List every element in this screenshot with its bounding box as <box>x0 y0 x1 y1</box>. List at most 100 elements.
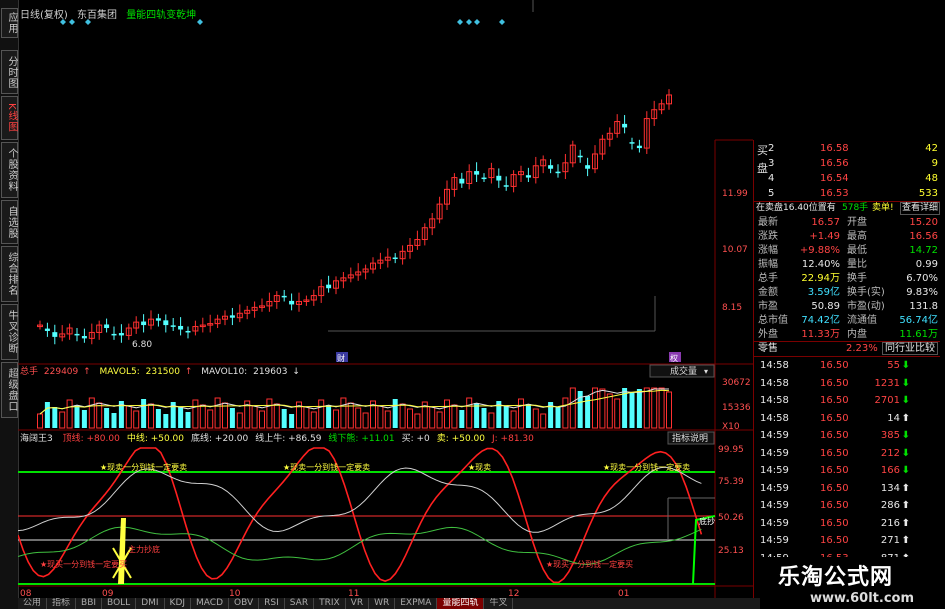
tick-price: 16.50 <box>820 517 849 529</box>
stat-value: 16.57 <box>811 217 840 228</box>
bid-qty: 48 <box>925 173 938 184</box>
bid-qty: 42 <box>925 143 938 154</box>
stat-label-2: 换手 <box>847 273 867 284</box>
indicator-tab[interactable]: 量能四轨 <box>437 598 485 609</box>
time-tick-1: 08 <box>20 589 32 598</box>
tab-ranking[interactable]: 综合排名 <box>1 246 18 302</box>
tick-time: 14:58 <box>760 412 789 424</box>
indicator-tab[interactable]: VR <box>346 598 370 609</box>
volume-bar <box>178 407 184 428</box>
bid-row[interactable]: 4 16.54 48 <box>754 172 940 185</box>
stat-row: 涨幅 +9.88% 最低 14.72 <box>754 244 940 257</box>
indicator-tab[interactable]: EXPMA <box>395 598 438 609</box>
tab-super-quote[interactable]: 超级盘口 <box>1 362 18 418</box>
mavol5-line <box>39 388 669 415</box>
bottom-note: 底抄 <box>699 516 715 526</box>
bid-row[interactable]: 5 16.53 533 <box>754 187 940 200</box>
volume-bar <box>532 408 539 429</box>
tick-price: 16.50 <box>820 535 849 546</box>
time-tick-4: 11 <box>348 589 359 598</box>
indicator-tab[interactable]: 牛叉 <box>484 598 514 609</box>
watermark-text: 乐淘公式网 <box>778 565 894 590</box>
candle-body <box>44 328 50 331</box>
volume-bar <box>104 408 110 428</box>
indicator-tab[interactable]: OBV <box>229 598 260 609</box>
mavol10-label: MAVOL10: <box>201 367 247 377</box>
stat-value-2: 14.72 <box>909 245 938 256</box>
indicator-tab[interactable]: TRIX <box>314 598 346 609</box>
kline-chart[interactable]: 11.99 10.07 8.15 6.80 财 权 总手 229409 ↑ MA… <box>18 0 753 598</box>
tick-volume: 271 <box>880 535 900 546</box>
tick-volume: 166 <box>880 465 900 476</box>
stat-value-2: 15.20 <box>909 217 938 228</box>
tick-time: 14:58 <box>760 360 789 371</box>
mavol5-label: MAVOL5: <box>100 367 140 377</box>
indicator-param: 线上牛: +86.59 <box>255 432 321 444</box>
indicator-tab[interactable]: RSI <box>259 598 285 609</box>
volume-bar <box>503 406 509 428</box>
indicator-param: 线下熊: +11.01 <box>328 432 394 444</box>
tick-volume: 134 <box>880 482 900 494</box>
volume-bar <box>37 413 43 429</box>
candle-body <box>185 330 191 333</box>
volume-bar <box>459 410 465 428</box>
bid-row[interactable]: 2 16.58 42 <box>754 142 940 155</box>
volume-bar <box>44 402 50 428</box>
tab-stock-info[interactable]: 个股资料 <box>1 142 18 198</box>
bid-price: 16.58 <box>820 143 849 154</box>
candle-body <box>392 257 398 260</box>
ind-tick-3: 50.26 <box>718 513 744 523</box>
tick-time: 14:58 <box>760 395 789 406</box>
indicator-tab[interactable]: DMI <box>136 598 165 609</box>
tab-kline[interactable]: K线图 <box>1 96 18 140</box>
indicator-tab[interactable]: BOLL <box>102 598 137 609</box>
chevron-down-icon: ▾ <box>704 367 708 376</box>
bid-row[interactable]: 3 16.56 9 <box>754 157 940 170</box>
tick-volume: 212 <box>880 447 900 459</box>
volume-bar <box>273 403 280 429</box>
indicator-tab[interactable]: 公用 <box>18 598 48 609</box>
stat-value-2: 11.61万 <box>899 329 938 340</box>
tab-apps[interactable]: 应用 <box>1 8 18 38</box>
tick-row: 14:58 16.50 2701 ⬇ <box>758 394 940 408</box>
tick-volume: 385 <box>880 430 900 441</box>
indicator-param: 买: +0 <box>402 433 430 444</box>
detail-link[interactable]: 查看详细 <box>900 202 940 215</box>
bid-level: 3 <box>768 158 775 169</box>
indicator-tab[interactable]: KDJ <box>165 598 192 609</box>
price-tick-2: 10.07 <box>722 245 748 255</box>
indicator-tab[interactable]: BBI <box>76 598 103 609</box>
mavol10-value: 219603 <box>253 367 287 377</box>
indicator-param: 中线: +50.00 <box>127 432 184 444</box>
volume-bar <box>96 402 103 429</box>
time-tick-3: 10 <box>229 589 241 598</box>
bid-qty: 533 <box>918 188 938 199</box>
volume-bar <box>451 404 458 429</box>
candle-body <box>577 155 583 158</box>
signal-diamond-icon <box>197 19 203 25</box>
indicator-tab[interactable]: WR <box>369 598 396 609</box>
indicator-tab[interactable]: SAR <box>285 598 315 609</box>
low-price-label: 6.80 <box>132 340 152 350</box>
mavol10-line <box>39 389 670 415</box>
bid-level: 5 <box>768 188 775 199</box>
indicator-tab[interactable]: 指标 <box>47 598 77 609</box>
ind-tick-1: 99.95 <box>718 445 744 455</box>
tab-watchlist[interactable]: 自选股 <box>1 200 18 244</box>
candle-body <box>525 175 531 178</box>
tick-row: 14:58 16.50 55 ⬇ <box>758 359 940 373</box>
arrow-down-icon: ⬇ <box>901 377 910 389</box>
tab-intraday[interactable]: 分时图 <box>1 50 18 94</box>
time-tick-6: 01 <box>618 589 629 598</box>
stat-label: 市盈 <box>758 301 778 312</box>
tab-diagnosis[interactable]: 牛叉诊断 <box>1 304 18 360</box>
tick-volume: 1231 <box>874 377 900 389</box>
volume-bar <box>518 398 524 429</box>
compare-button[interactable]: 同行业比较 <box>882 342 938 355</box>
stat-value: 22.94万 <box>801 273 840 284</box>
volume-bar <box>606 393 613 429</box>
watermark-url: www.60lt.com <box>810 591 915 606</box>
volume-bar <box>407 408 413 429</box>
volume-bar <box>88 397 95 429</box>
indicator-tab[interactable]: MACD <box>191 598 230 609</box>
